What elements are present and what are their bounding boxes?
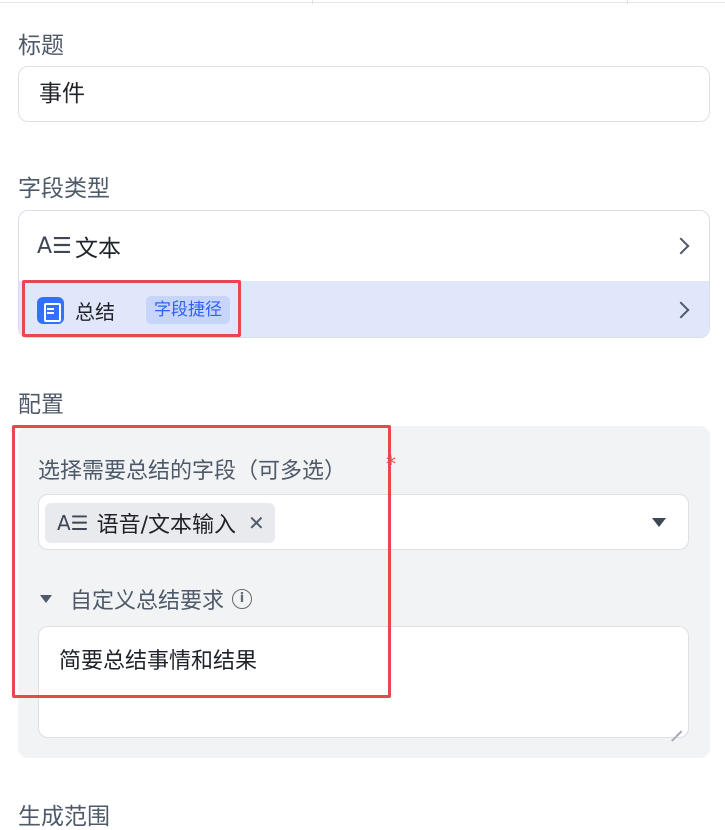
custom-requirements-label: 自定义总结要求 [70,589,225,614]
resize-handle-icon[interactable] [670,719,682,731]
chevron-right-icon [672,237,690,255]
field-type-option-summary[interactable]: 总结 字段捷径 [19,281,709,337]
close-icon[interactable]: ✕ [248,511,265,535]
field-shortcut-badge: 字段捷径 [146,296,230,324]
caret-down-icon[interactable] [652,518,666,527]
select-fields-label: 选择需要总结的字段（可多选） [38,459,347,484]
text-type-icon: A☰ [37,233,72,259]
field-type-list: A☰ 文本 总结 字段捷径 [18,210,710,338]
summary-icon [37,296,64,324]
title-label: 标题 [18,33,64,59]
field-type-label: 字段类型 [18,176,110,202]
required-mark: * [386,452,396,476]
tag-label: 语音/文本输入 [96,513,237,538]
fields-multiselect[interactable]: A☰ 语音/文本输入 ✕ [38,494,689,550]
caret-down-icon [40,595,52,603]
custom-requirements-toggle[interactable]: 自定义总结要求 i [38,584,253,614]
title-input[interactable]: 事件 [18,66,710,122]
chevron-right-icon [672,301,690,319]
custom-requirements-textarea[interactable]: 简要总结事情和结果 [38,626,689,738]
textarea-value: 简要总结事情和结果 [59,649,258,674]
divider-tick [312,0,313,4]
field-type-option-text[interactable]: A☰ 文本 [19,211,709,281]
config-label: 配置 [18,392,64,418]
range-label: 生成范围 [18,804,110,830]
selected-field-tag: A☰ 语音/文本输入 ✕ [45,503,275,543]
divider-tick [627,0,628,4]
text-type-icon: A☰ [57,511,89,535]
info-icon[interactable]: i [232,589,253,609]
field-type-option-label: 文本 [75,236,121,262]
top-divider [0,0,725,4]
field-type-option-label: 总结 [75,299,115,324]
